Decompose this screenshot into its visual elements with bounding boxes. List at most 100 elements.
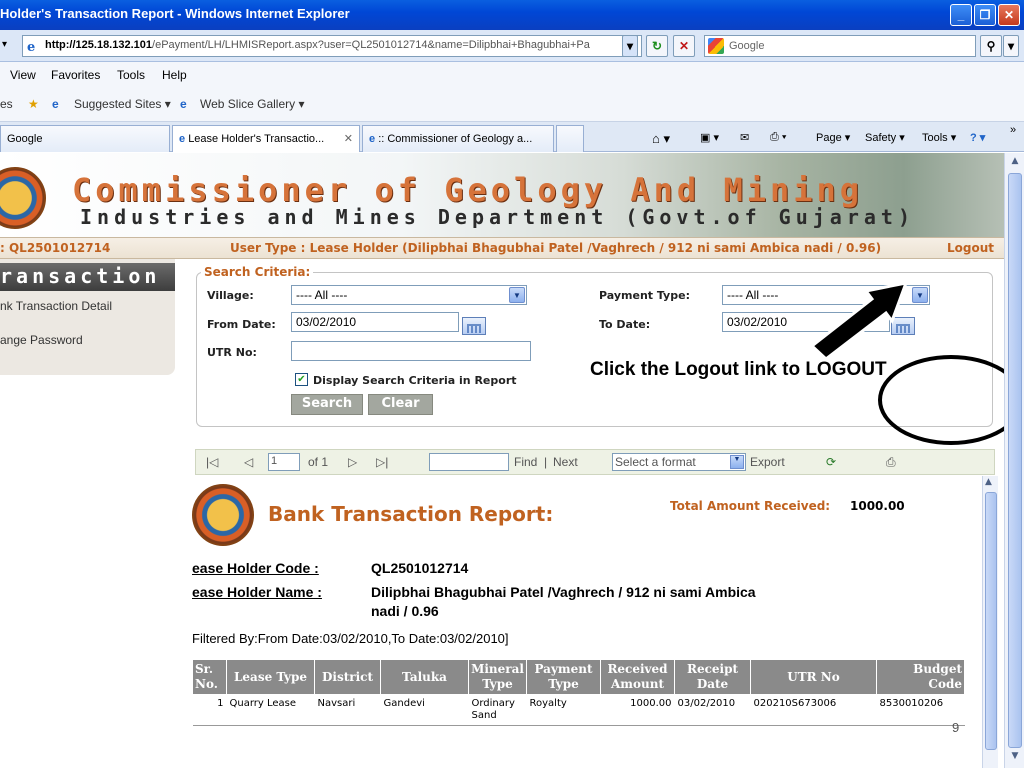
page-number-input[interactable]: 1 (268, 453, 300, 471)
scroll-up-icon[interactable]: ▲ (985, 477, 992, 487)
add-favorites-star-icon[interactable]: ★ (28, 97, 39, 111)
chevron-more-icon[interactable]: » (1010, 124, 1016, 136)
google-icon (708, 38, 724, 54)
print-icon[interactable]: ⎙ ▾ (770, 131, 786, 144)
tab-commissioner[interactable]: e :: Commissioner of Geology a... (362, 125, 554, 152)
report-title: Bank Transaction Report: (268, 502, 554, 526)
holder-name-value: Dilipbhai Bhagubhai Patel /Vaghrech / 91… (371, 584, 756, 600)
to-date-label: To Date: (599, 318, 651, 331)
tab-label: :: Commissioner of Geology a... (378, 133, 533, 145)
refresh-report-icon[interactable]: ⟳ (826, 455, 836, 469)
tab-lease-holder[interactable]: e Lease Holder's Transactio... ✕ (172, 125, 360, 152)
search-criteria-legend: Search Criteria: (204, 265, 311, 279)
find-link[interactable]: Find (514, 455, 537, 469)
toolbar-separator: | (544, 455, 548, 469)
village-select[interactable]: ---- All ---- ▼ (291, 285, 527, 305)
address-bar: ▾ e http://125.18.132.101/ePayment/LH/LH… (0, 30, 1024, 62)
col-payment-type: Payment Type (526, 659, 601, 695)
next-link[interactable]: Next (553, 455, 578, 469)
left-menu: ransaction nk Transaction Detail ange Pa… (0, 259, 175, 375)
clear-button[interactable]: Clear (368, 394, 433, 415)
find-input[interactable] (429, 453, 509, 471)
cell-lease-type: Quarry Lease (226, 694, 315, 726)
url-dropdown-icon[interactable]: ▾ (622, 35, 638, 57)
logout-link[interactable]: Logout (947, 241, 994, 255)
display-criteria-checkbox[interactable]: ✔ (295, 373, 308, 386)
tab-google[interactable]: Google (0, 125, 170, 152)
prev-page-icon[interactable]: ◁ (244, 455, 253, 469)
col-mineral-type: Mineral Type (468, 659, 527, 695)
refresh-icon[interactable]: ↻ (646, 35, 668, 57)
minimize-button[interactable]: _ (950, 4, 972, 26)
favorites-bar: es ★ e Suggested Sites ▾ e Web Slice Gal… (0, 88, 1024, 122)
left-menu-heading: ransaction (0, 263, 175, 291)
chevron-down-icon: ▼ (730, 455, 744, 469)
utr-input[interactable] (291, 341, 531, 361)
web-slice-gallery-link[interactable]: Web Slice Gallery ▾ (200, 97, 305, 111)
page-scrollbar[interactable]: ▲ ▼ (1004, 153, 1024, 768)
menu-favorites[interactable]: Favorites (51, 68, 100, 82)
tab-label: Lease Holder's Transactio... (188, 133, 325, 145)
user-type: User Type : Lease Holder (Dilipbhai Bhag… (230, 241, 882, 255)
menu-tools[interactable]: Tools (117, 68, 145, 82)
total-label: Total Amount Received: (670, 499, 831, 513)
page-menu[interactable]: Page ▾ (816, 131, 850, 144)
menu-view[interactable]: View (10, 68, 36, 82)
cell-payment-type: Royalty (526, 694, 601, 726)
cell-receipt-date: 03/02/2010 (674, 694, 751, 726)
feeds-icon[interactable]: ▣ ▾ (700, 131, 719, 144)
report-scroll-thumb[interactable] (985, 492, 997, 750)
tab-label: Google (7, 133, 43, 145)
format-select[interactable]: Select a format ▼ (612, 453, 746, 471)
col-lease-type: Lease Type (226, 659, 315, 695)
safety-menu[interactable]: Safety ▾ (865, 131, 905, 144)
site-subtitle: Industries and Mines Department (Govt.of… (80, 205, 916, 229)
close-tab-icon[interactable]: ✕ (344, 132, 353, 145)
page-scroll-thumb[interactable] (1008, 173, 1022, 748)
table-row: 1 Quarry Lease Navsari Gandevi Ordinary … (192, 694, 965, 726)
last-page-icon[interactable]: ▷| (376, 455, 388, 469)
calendar-icon[interactable] (462, 317, 486, 335)
transactions-table: Sr. No. Lease Type District Taluka Miner… (192, 659, 965, 726)
help-icon[interactable]: ? ▾ (970, 131, 985, 144)
menu-help[interactable]: Help (162, 68, 187, 82)
url-path: /ePayment/LH/LHMISReport.aspx?user=QL250… (152, 39, 590, 51)
window-titlebar: Holder's Transaction Report - Windows In… (0, 0, 1024, 30)
url-field[interactable]: e http://125.18.132.101/ePayment/LH/LHMI… (22, 35, 642, 57)
close-button[interactable]: ✕ (998, 4, 1020, 26)
svg-text:e: e (27, 40, 35, 53)
search-icon[interactable]: ⚲ (980, 35, 1002, 57)
bank-transaction-detail-link[interactable]: nk Transaction Detail (0, 299, 112, 313)
export-link[interactable]: Export (750, 455, 785, 469)
cell-district: Navsari (314, 694, 381, 726)
web-page: Commissioner of Geology And Mining Indus… (0, 153, 1004, 768)
table-header-row: Sr. No. Lease Type District Taluka Miner… (192, 659, 965, 695)
report-scrollbar[interactable]: ▲ (982, 476, 998, 768)
new-tab-button[interactable] (556, 125, 584, 152)
first-page-icon[interactable]: |◁ (206, 455, 218, 469)
next-page-icon[interactable]: ▷ (348, 455, 357, 469)
col-received-amount: Received Amount (600, 659, 675, 695)
user-code: : QL2501012714 (0, 241, 111, 255)
suggested-sites-link[interactable]: Suggested Sites ▾ (74, 97, 171, 111)
search-options-icon[interactable]: ▾ (1003, 35, 1019, 57)
ie-icon: e (180, 97, 187, 111)
back-dropdown-icon[interactable]: ▾ (2, 39, 7, 50)
from-date-input[interactable]: 03/02/2010 (291, 312, 459, 332)
print-report-icon[interactable]: ⎙ (886, 455, 896, 470)
tools-menu[interactable]: Tools ▾ (922, 131, 956, 144)
maximize-button[interactable]: ❐ (974, 4, 996, 26)
search-box[interactable]: Google (704, 35, 976, 57)
scroll-down-icon[interactable]: ▼ (1008, 751, 1022, 765)
stop-icon[interactable]: ✕ (673, 35, 695, 57)
search-button[interactable]: Search (291, 394, 363, 415)
screen: Holder's Transaction Report - Windows In… (0, 0, 1024, 768)
user-info-bar: : QL2501012714 User Type : Lease Holder … (0, 237, 1004, 259)
scroll-up-icon[interactable]: ▲ (1008, 156, 1022, 170)
cell-taluka: Gandevi (380, 694, 469, 726)
home-icon[interactable]: ⌂ ▾ (652, 131, 670, 147)
change-password-link[interactable]: ange Password (0, 333, 83, 347)
report-toolbar: |◁ ◁ 1 of 1 ▷ ▷| Find | Next Select a fo… (195, 449, 995, 475)
mail-icon[interactable]: ✉ (740, 131, 749, 144)
utr-label: UTR No: (207, 346, 257, 359)
